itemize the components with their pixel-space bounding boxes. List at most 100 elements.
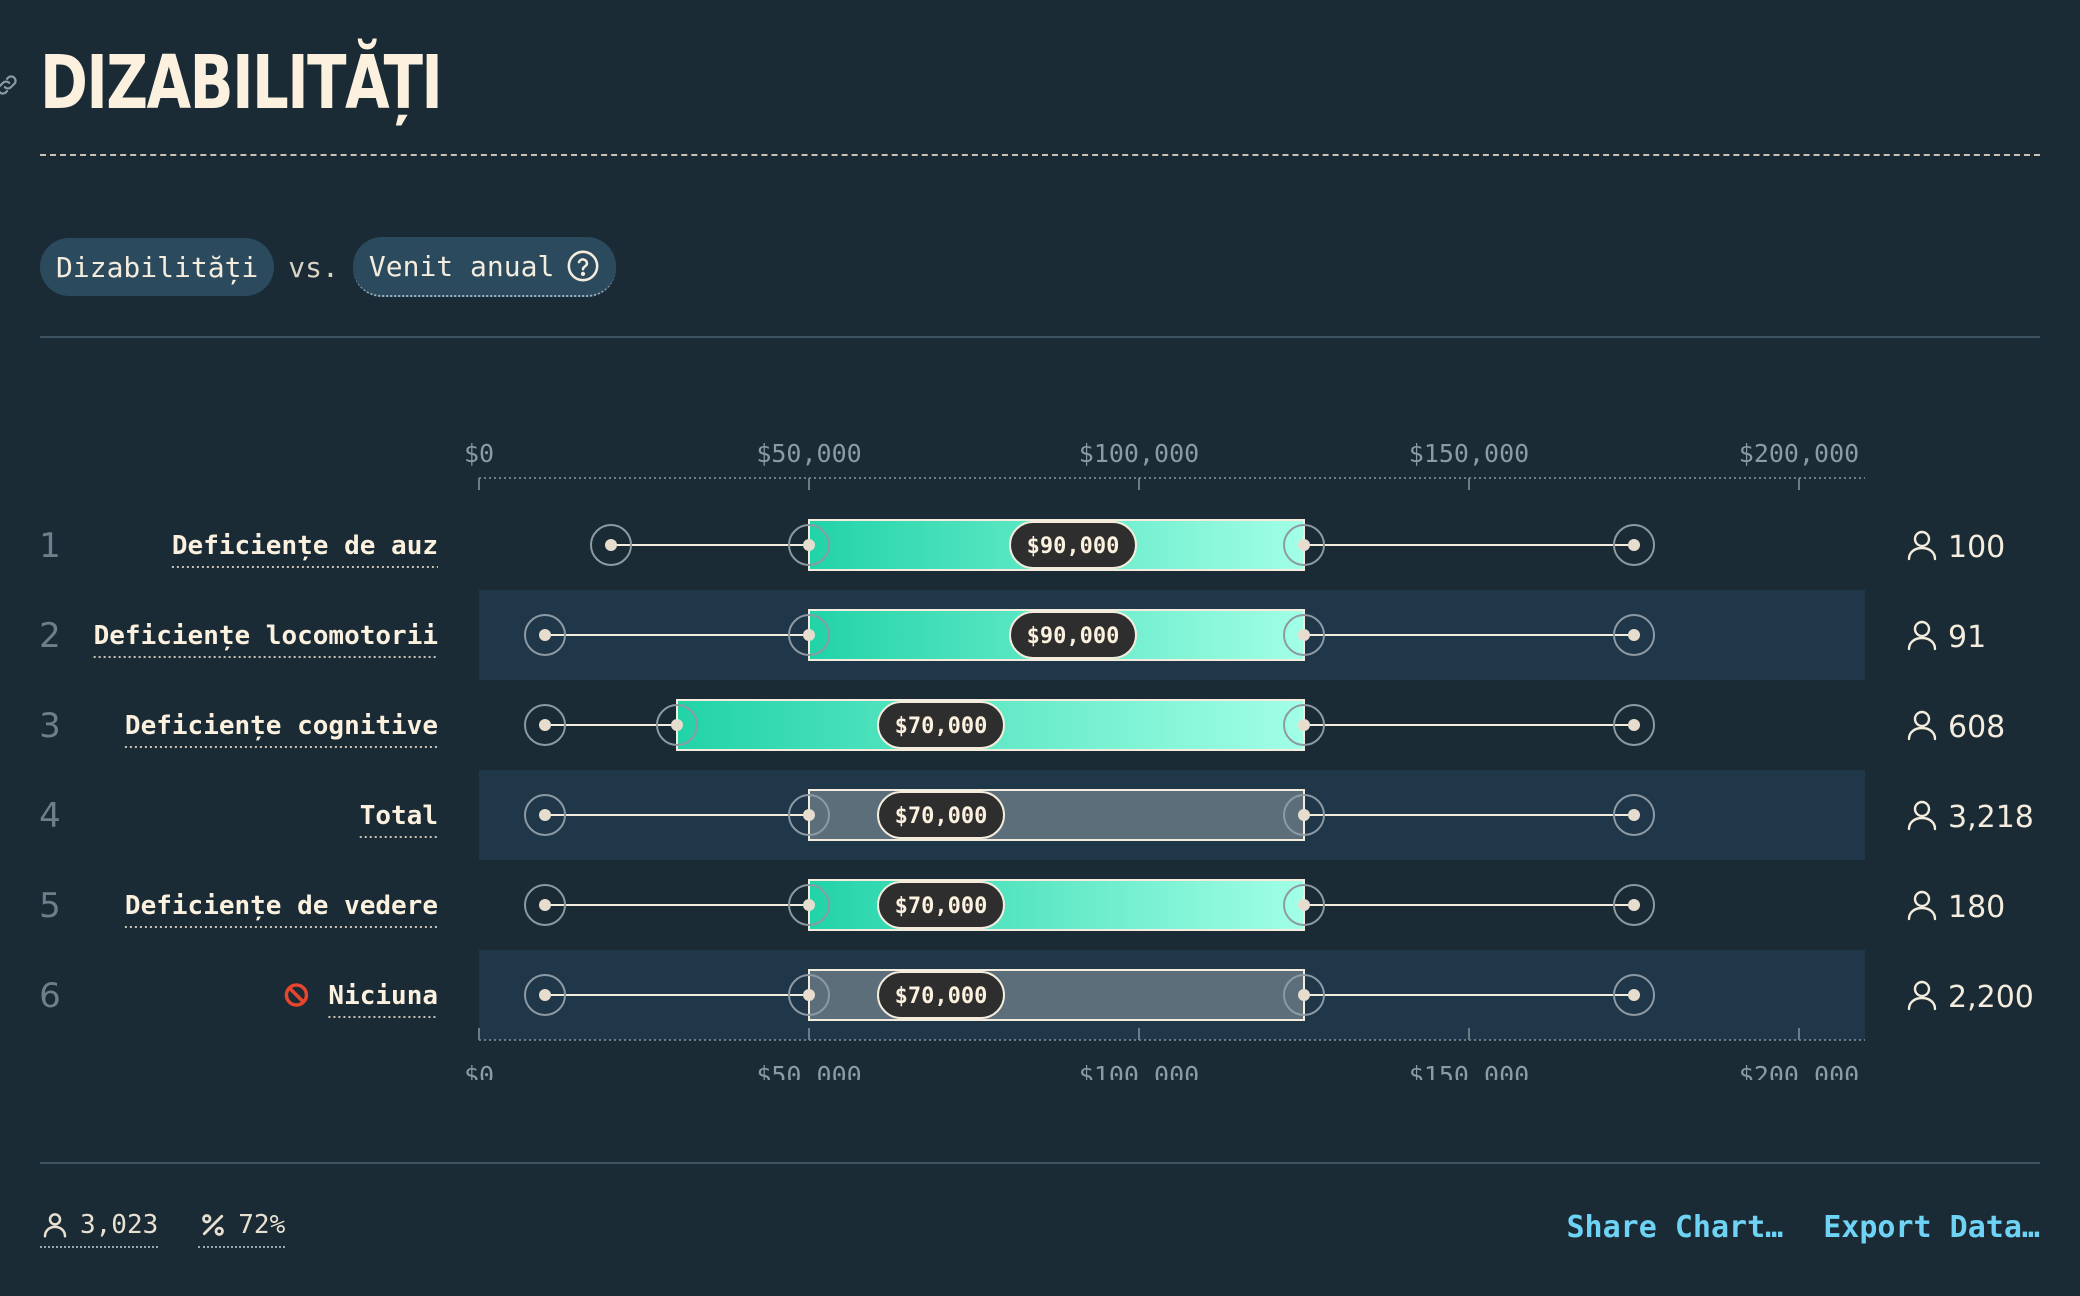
person-icon-body [1907,816,1937,831]
top-axis-tick-label: $50,000 [756,439,861,468]
q3-marker [1298,809,1310,821]
row-label: Niciuna [328,981,438,1011]
person-icon [1907,710,1937,741]
person-icon-head [1913,980,1931,998]
max-marker [1628,899,1640,911]
q1-marker [803,989,815,1001]
max-marker [1628,539,1640,551]
row-count: 91 [1948,620,1986,655]
row-3[interactable]: 3 Deficiențe cognitive $70,000 608 [39,699,2005,751]
group-selector[interactable]: Dizabilități [40,238,275,296]
chart-actions: Share Chart… Export Data… [1567,1210,2041,1245]
q3-marker [1298,629,1310,641]
max-marker [1628,719,1640,731]
page-title: DIZABILITĂȚI [40,40,443,126]
row-rank: 3 [39,706,61,746]
bottom-axis-tick-label: $0 [464,1061,494,1080]
vs-label: vs. [288,250,339,284]
person-icon-body [1907,726,1937,741]
max-marker [1628,989,1640,1001]
row-label: Deficiențe de vedere [125,891,438,921]
row-rank: 4 [39,796,61,836]
person-icon [1907,800,1937,831]
bottom-axis-tick-label: $50,000 [756,1061,861,1080]
person-icon [1907,530,1937,561]
row-rank: 6 [39,976,61,1016]
percent-stat[interactable]: 72% [198,1210,286,1248]
q3-marker [1298,989,1310,1001]
person-icon-head [1913,890,1931,908]
row-label: Total [360,801,438,831]
measure-selector[interactable]: Venit anual [352,237,617,297]
box-plot-chart: $0 $50,000 $100,000 $150,000 $200,000 $0 $50,0… [39,439,2034,1080]
row-rank: 5 [39,886,61,926]
q1-marker [803,539,815,551]
row-rank: 1 [39,526,61,566]
median-label: $70,000 [895,984,988,1009]
person-icon-body [1907,906,1937,921]
min-marker [605,539,617,551]
bottom-axis-tick-label: $150,000 [1409,1061,1529,1080]
min-marker [539,899,551,911]
median-label: $90,000 [1027,534,1120,559]
q3-marker [1298,719,1310,731]
share-chart-link[interactable]: Share Chart… [1567,1210,1784,1245]
top-axis-tick-label: $0 [464,439,494,468]
top-axis-tick-label: $200,000 [1739,439,1859,468]
no-entry-icon-slash [288,986,305,1004]
min-marker [539,629,551,641]
row-5[interactable]: 5 Deficiențe de vedere $70,000 180 [39,879,2005,931]
median-label: $70,000 [895,804,988,829]
person-icon-body [1907,996,1937,1011]
help-icon[interactable] [566,249,600,283]
person-icon-body [1907,546,1937,561]
footer-stats: 3,023 72% [40,1210,286,1248]
max-marker [1628,629,1640,641]
q1-marker [803,899,815,911]
row-rank: 2 [39,616,61,656]
person-icon [1907,620,1937,651]
row-label: Deficiențe de auz [172,531,438,561]
person-icon [43,1213,67,1238]
row-count: 3,218 [1948,800,2034,835]
q1-marker [803,629,815,641]
person-icon-head [1913,620,1931,638]
person-icon-body [1907,636,1937,651]
link-icon[interactable] [0,72,20,98]
median-label: $70,000 [895,714,988,739]
respondents-count: 3,023 [80,1210,159,1240]
group-selector-label: Dizabilități [56,250,259,284]
bottom-axis-tick-label: $200,000 [1739,1061,1859,1080]
row-count: 2,200 [1948,980,2034,1015]
min-marker [539,719,551,731]
row-label: Deficiențe cognitive [125,711,438,741]
median-label: $70,000 [895,894,988,919]
filter-bar: Dizabilități vs. Venit anual [40,237,617,297]
row-label: Deficiențe locomotorii [94,621,438,651]
q1-marker [803,809,815,821]
max-marker [1628,809,1640,821]
filter-divider [40,336,2040,338]
title-divider [40,154,2040,156]
row-count: 608 [1948,710,2005,745]
person-icon-head [1913,800,1931,818]
min-marker [539,989,551,1001]
q1-marker [671,719,683,731]
top-axis-tick-label: $100,000 [1079,439,1199,468]
row-count: 100 [1948,530,2005,565]
percent-value: 72% [238,1210,286,1240]
median-label: $90,000 [1027,624,1120,649]
person-icon-head [1913,710,1931,728]
q3-marker [1298,899,1310,911]
person-icon-head [1913,530,1931,548]
respondents-stat[interactable]: 3,023 [40,1210,159,1248]
person-icon [1907,980,1937,1011]
top-axis-tick-label: $150,000 [1409,439,1529,468]
row-1[interactable]: 1 Deficiențe de auz $90,000 100 [39,519,2005,571]
export-data-link[interactable]: Export Data… [1823,1210,2040,1245]
percent-icon [202,1214,225,1236]
min-marker [539,809,551,821]
row-count: 180 [1948,890,2005,925]
person-icon [1907,890,1937,921]
measure-selector-label: Venit anual [368,249,555,283]
